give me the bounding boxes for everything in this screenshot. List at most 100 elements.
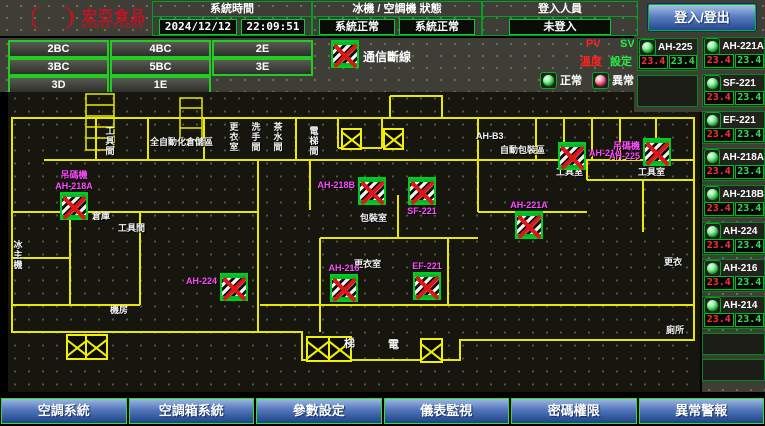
ahu-map-icon[interactable]: AH-214 [558,142,586,170]
ahu-map-label-line1: AH-224 [186,276,217,286]
nav-button[interactable]: 參數設定 [256,398,382,424]
login-user-value: 未登入 [509,19,611,35]
ahu-map-label-line1: AH-218B [317,180,355,190]
ahu-map-label: AH-221A [510,200,548,210]
nav-button[interactable]: 密碼權限 [511,398,637,424]
unit-led-icon [704,38,720,55]
room-label: 工具間 [104,126,113,156]
system-date-value: 2024/12/12 [159,19,237,35]
unit-column-left: AH-225 23.4 23.4 [637,38,698,107]
ahu-map-label: AH-218B [317,180,355,190]
nav-button[interactable]: 空調箱系統 [129,398,255,424]
comm-loss-sample [331,40,359,68]
nav-button[interactable]: 儀表監視 [384,398,510,424]
system-time-section: 系統時間 2024/12/12 22:09:51 [152,1,312,36]
room-label: 梯 [344,339,355,351]
system-clock-value: 22:09:51 [241,19,305,35]
ahu-map-label-line1: EF-221 [412,261,442,271]
ahu-map-icon[interactable]: 吊碼機 AH-218A [60,192,88,220]
pv-header: PV [586,38,601,50]
unit-sv-value: 23.4 [735,313,765,327]
ahu-map-label-line1: AH-221A [510,200,548,210]
unit-sv-value: 23.4 [735,128,765,142]
comm-loss-x-icon [358,177,386,205]
login-user-label: 登入人員 [483,2,637,17]
room-label: 自動包裝區 [500,146,545,155]
unit-sv-value: 23.4 [735,276,765,290]
room-label: 茶水間 [272,122,281,152]
hmi-screen: 宏亞食品 HUNYA FOODS 系統時間 2024/12/12 22:09:5… [0,0,765,426]
zone-button[interactable]: 2BC [8,40,109,58]
unit-panel[interactable]: SF-221 23.4 23.4 [702,74,765,107]
room-label: 工具室 [638,168,665,177]
stair-x-icon [420,338,443,363]
abnormal-label: 異常 [612,72,634,88]
normal-label: 正常 [560,72,582,88]
unit-panel[interactable]: AH-216 23.4 23.4 [702,259,765,292]
unit-pv-value: 23.4 [704,313,734,327]
unit-led-icon [704,186,720,203]
comm-loss-x-icon [643,138,671,166]
pv-sub-label: 溫度 [580,53,602,69]
room-label: 包裝室 [360,214,387,223]
zone-button[interactable]: 4BC [110,40,211,58]
ahu-map-icon[interactable]: EF-221 [413,272,441,300]
ahu-map-label: 吊碼機 AH-225 [609,141,640,162]
ahu-map-icon[interactable]: AH-218B [358,177,386,205]
comm-loss-x-icon [220,273,248,301]
brand-logo: 宏亞食品 HUNYA FOODS [8,2,148,34]
empty-unit-slot [702,333,765,355]
abnormal-led-icon [592,72,609,89]
room-label: 電 [388,340,399,352]
unit-column-right: AH-221A 23.4 23.4 SF-221 23.4 23.4 [702,36,765,392]
unit-panel[interactable]: AH-218A 23.4 23.4 [702,148,765,181]
stair-x-icon [85,334,108,360]
unit-sv-value: 23.4 [735,91,765,105]
unit-panel[interactable]: AH-225 23.4 23.4 [637,38,698,71]
unit-led-icon [704,112,721,129]
machine-status-label: 冰機 / 空調機 狀態 [313,2,481,17]
sv-sub-label: 設定 [610,53,632,69]
login-user-section: 登入人員 未登入 [482,1,638,36]
unit-pv-value: 23.4 [704,54,734,68]
header-bar: 宏亞食品 HUNYA FOODS 系統時間 2024/12/12 22:09:5… [0,0,765,38]
unit-panel[interactable]: AH-218B 23.4 23.4 [702,185,765,218]
zone-button[interactable]: 3BC [8,58,109,76]
ahu-map-icon[interactable]: 吊碼機 AH-225 [643,138,671,166]
unit-pv-value: 23.4 [639,55,668,69]
comm-loss-x-icon [330,274,358,302]
unit-panel[interactable]: EF-221 23.4 23.4 [702,111,765,144]
unit-pv-value: 23.4 [704,239,734,253]
room-label: 更衣 [664,258,682,267]
room-label: 更衣室 [228,122,237,152]
unit-pv-value: 23.4 [704,202,734,216]
room-label: 電梯間 [308,126,317,156]
empty-unit-slot [702,359,765,381]
unit-pv-value: 23.4 [704,165,734,179]
zone-button[interactable]: 5BC [110,58,211,76]
ahu-map-label: EF-221 [412,261,442,271]
brand-mark-icon [32,3,78,33]
nav-button[interactable]: 空調系統 [1,398,127,424]
unit-sv-value: 23.4 [669,55,698,69]
room-label: 全自動化倉儲區 [150,138,213,147]
zone-button[interactable]: 3E [212,58,313,76]
ahu-map-icon[interactable]: AH-221A [515,211,543,239]
unit-panel[interactable]: AH-224 23.4 23.4 [702,222,765,255]
login-logout-button[interactable]: 登入/登出 [648,4,756,31]
unit-name: AH-218B [722,189,764,200]
unit-panel[interactable]: AH-221A 23.4 23.4 [702,37,765,70]
comm-loss-x-icon [515,211,543,239]
unit-name: SF-221 [723,78,756,89]
unit-led-icon [704,297,721,314]
abnormal-legend: 異常 [592,72,634,88]
ahu-map-icon[interactable]: AH-224 [220,273,248,301]
zone-button[interactable]: 2E [212,40,313,58]
stair-x-icon [341,128,362,150]
normal-legend: 正常 [540,72,582,88]
unit-panel[interactable]: AH-214 23.4 23.4 [702,296,765,329]
unit-led-icon [639,39,656,56]
ahu-map-icon[interactable]: AH-216 [330,274,358,302]
nav-button[interactable]: 異常警報 [639,398,765,424]
ahu-map-icon[interactable]: SF-221 [408,177,436,205]
